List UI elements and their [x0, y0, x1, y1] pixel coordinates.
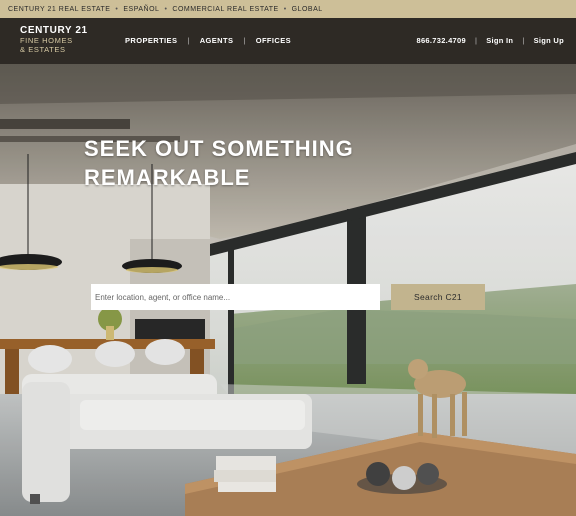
nav-agents[interactable]: AGENTS: [200, 36, 234, 45]
utility-link-commercial[interactable]: COMMERCIAL REAL ESTATE: [172, 6, 278, 13]
utility-link-espanol[interactable]: ESPAÑOL: [123, 6, 159, 13]
utility-separator: •: [283, 5, 287, 13]
nav-properties[interactable]: PROPERTIES: [125, 36, 177, 45]
nav-separator: |: [187, 36, 190, 45]
logo-line-3: & ESTATES: [20, 44, 66, 54]
logo-line-2: FINE HOMES: [20, 36, 73, 45]
hero-headline: SEEK OUT SOMETHING REMARKABLE: [84, 136, 354, 190]
primary-nav: PROPERTIES | AGENTS | OFFICES: [125, 36, 291, 45]
nav-separator: |: [243, 36, 246, 45]
nav-separator: |: [522, 36, 525, 45]
utility-separator: •: [164, 5, 168, 13]
phone-number-link[interactable]: 866.732.4709: [416, 36, 465, 45]
account-nav: 866.732.4709 | Sign In | Sign Up: [416, 36, 564, 45]
logo-line-1: CENTURY 21: [20, 25, 88, 36]
utility-bar: CENTURY 21 REAL ESTATE • ESPAÑOL • COMME…: [0, 0, 576, 18]
utility-link-global[interactable]: GLOBAL: [292, 6, 323, 13]
brand-logo[interactable]: CENTURY 21 FINE HOMES & ESTATES: [20, 26, 88, 53]
search-button[interactable]: Search C21: [391, 284, 485, 310]
location-search-input[interactable]: [91, 284, 380, 310]
hero-section: SEEK OUT SOMETHING REMARKABLE Search C21: [0, 64, 576, 516]
sign-in-link[interactable]: Sign In: [486, 36, 513, 45]
nav-separator: |: [474, 36, 478, 45]
main-header: CENTURY 21 FINE HOMES & ESTATES PROPERTI…: [0, 18, 576, 64]
nav-offices[interactable]: OFFICES: [256, 36, 291, 45]
utility-separator: •: [115, 5, 119, 13]
utility-link-century21[interactable]: CENTURY 21 REAL ESTATE: [8, 6, 110, 13]
sign-up-link[interactable]: Sign Up: [534, 36, 564, 45]
